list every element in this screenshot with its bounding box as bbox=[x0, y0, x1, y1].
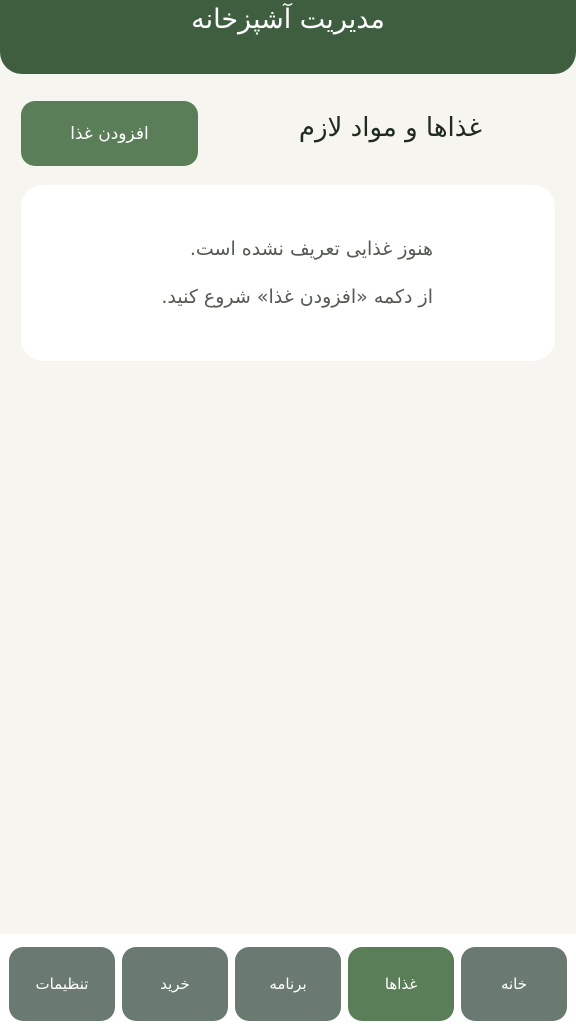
section-title: غذاها و مواد لازم bbox=[298, 113, 482, 143]
empty-state-hint: از دکمه «افزودن غذا» شروع کنید. bbox=[161, 286, 433, 308]
tab-foods[interactable]: غذاها bbox=[348, 947, 454, 1021]
app-title: مدیریت آشپزخانه bbox=[191, 4, 385, 35]
tab-plan[interactable]: برنامه bbox=[235, 947, 341, 1021]
tab-home[interactable]: خانه bbox=[461, 947, 567, 1021]
bottom-navigation: خانه غذاها برنامه خرید تنظیمات bbox=[0, 934, 576, 1024]
add-food-button[interactable]: افزودن غذا bbox=[21, 101, 198, 166]
tab-shopping[interactable]: خرید bbox=[122, 947, 228, 1021]
tab-settings[interactable]: تنظیمات bbox=[9, 947, 115, 1021]
empty-state-card: هنوز غذایی تعریف نشده است. از دکمه «افزو… bbox=[21, 185, 555, 361]
app-header: مدیریت آشپزخانه bbox=[0, 0, 576, 74]
empty-state-message: هنوز غذایی تعریف نشده است. bbox=[189, 238, 433, 260]
